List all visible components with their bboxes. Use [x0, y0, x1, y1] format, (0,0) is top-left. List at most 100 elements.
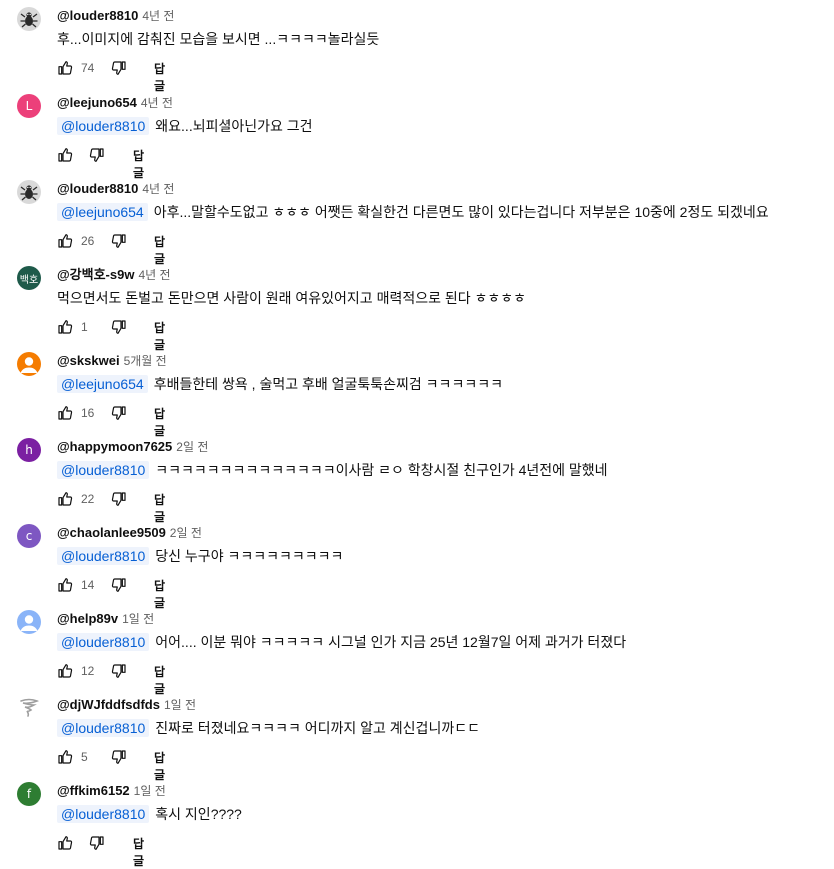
dislike-icon[interactable]: [89, 835, 105, 851]
dislike-icon[interactable]: [111, 60, 127, 76]
like-icon[interactable]: [57, 663, 73, 679]
author-handle[interactable]: @ffkim6152: [57, 783, 130, 798]
comment-body: 진짜로 터졌네요ㅋㅋㅋㅋ 어디까지 알고 계신겁니까ㄷㄷ: [155, 720, 480, 736]
avatar[interactable]: [17, 352, 41, 376]
mention-link[interactable]: @louder8810: [57, 461, 150, 479]
comment-header: @ffkim6152 1일 전: [57, 782, 166, 800]
comment-text: @louder8810 당신 누구야 ㅋㅋㅋㅋㅋㅋㅋㅋㅋ: [57, 546, 343, 566]
avatar-letter: c: [25, 529, 33, 543]
dislike-icon[interactable]: [111, 577, 127, 593]
comment-time[interactable]: 1일 전: [122, 612, 154, 626]
comment-item: L @leejuno654 4년 전 @louder8810 왜요...뇌피셜아닌가요 …: [0, 87, 834, 180]
comment-header: @강백호-s9w 4년 전: [57, 266, 171, 284]
comment-item: @louder8810 4년 전후...이미지에 감춰진 모습을 보시면 ...ㅋ…: [0, 0, 834, 93]
like-count: 26: [81, 234, 95, 248]
mention-link[interactable]: @louder8810: [57, 633, 150, 651]
like-count: 5: [81, 750, 88, 764]
avatar[interactable]: f: [17, 782, 41, 806]
avatar[interactable]: [17, 180, 41, 204]
author-handle[interactable]: @강백호-s9w: [57, 267, 134, 282]
person-icon: [17, 610, 41, 634]
comment-time[interactable]: 4년 전: [142, 9, 174, 23]
comment-body: 후배들한테 쌍욕 , 술먹고 후배 얼굴툭툭손찌검 ㅋㅋㅋㅋㅋㅋ: [153, 376, 503, 392]
dislike-icon[interactable]: [111, 405, 127, 421]
comment-time[interactable]: 5개월 전: [124, 354, 167, 368]
dislike-icon[interactable]: [111, 491, 127, 507]
comment-item: @help89v 1일 전 @louder8810 어어.... 이분 뭐야 ㅋㅋㅋㅋ…: [0, 603, 834, 696]
like-icon[interactable]: [57, 835, 73, 851]
mention-link[interactable]: @louder8810: [57, 805, 150, 823]
comment-time[interactable]: 2일 전: [176, 440, 208, 454]
like-count: 12: [81, 664, 95, 678]
comment-time[interactable]: 4년 전: [138, 268, 170, 282]
like-icon[interactable]: [57, 233, 73, 249]
author-handle[interactable]: @chaolanlee9509: [57, 525, 166, 540]
like-icon[interactable]: [57, 749, 73, 765]
comment-body: 당신 누구야 ㅋㅋㅋㅋㅋㅋㅋㅋㅋ: [155, 548, 344, 564]
avatar-letter: h: [25, 443, 33, 457]
reply-button[interactable]: 답글: [133, 835, 144, 869]
mention-link[interactable]: @leejuno654: [57, 375, 148, 393]
like-count: 1: [81, 320, 88, 334]
author-handle[interactable]: @louder8810: [57, 8, 138, 23]
comment-time[interactable]: 4년 전: [142, 182, 174, 196]
comment-time[interactable]: 1일 전: [134, 784, 166, 798]
like-count: 74: [81, 61, 95, 75]
author-handle[interactable]: @djWJfddfsdfds: [57, 697, 160, 712]
comment-item: @djWJfddfsdfds 1일 전 @louder8810 진짜로 터졌네요ㅋㅋㅋ…: [0, 689, 834, 782]
like-icon[interactable]: [57, 577, 73, 593]
comment-time[interactable]: 2일 전: [170, 526, 202, 540]
avatar[interactable]: 백호: [17, 266, 41, 290]
comment-header: @leejuno654 4년 전: [57, 94, 173, 112]
like-count: 14: [81, 578, 95, 592]
comment-body: 혹시 지인????: [155, 806, 242, 822]
dislike-icon[interactable]: [111, 663, 127, 679]
dislike-icon[interactable]: [111, 749, 127, 765]
avatar[interactable]: c: [17, 524, 41, 548]
like-icon[interactable]: [57, 405, 73, 421]
dislike-icon[interactable]: [111, 319, 127, 335]
comment-header: @help89v 1일 전: [57, 610, 154, 628]
avatar[interactable]: [17, 610, 41, 634]
author-handle[interactable]: @happymoon7625: [57, 439, 172, 454]
mention-link[interactable]: @louder8810: [57, 547, 150, 565]
comment-header: @happymoon7625 2일 전: [57, 438, 208, 456]
dislike-icon[interactable]: [111, 233, 127, 249]
comment-item: @skskwei 5개월 전 @leejuno654 후배들한테 쌍욕 , 술먹고 후…: [0, 345, 834, 438]
avatar[interactable]: [17, 696, 41, 720]
avatar[interactable]: [17, 7, 41, 31]
comment-text: @louder8810 혹시 지인????: [57, 804, 242, 824]
comment-body: 먹으면서도 돈벌고 돈만으면 사람이 원래 여유있어지고 매력적으로 된다 ㅎㅎ…: [57, 290, 527, 306]
author-handle[interactable]: @skskwei: [57, 353, 120, 368]
comment-item: @louder8810 4년 전 @leejuno654 아후...말할수도없고 ㅎㅎ…: [0, 173, 834, 266]
avatar-letter: f: [26, 787, 32, 801]
mention-link[interactable]: @louder8810: [57, 719, 150, 737]
avatar[interactable]: L: [17, 94, 41, 118]
author-handle[interactable]: @help89v: [57, 611, 118, 626]
bug-image-icon: [17, 180, 41, 204]
mention-link[interactable]: @leejuno654: [57, 203, 148, 221]
comment-header: @louder8810 4년 전: [57, 7, 174, 25]
comment-time[interactable]: 1일 전: [164, 698, 196, 712]
like-icon[interactable]: [57, 319, 73, 335]
comment-text: @louder8810 진짜로 터졌네요ㅋㅋㅋㅋ 어디까지 알고 계신겁니까ㄷㄷ: [57, 718, 480, 738]
comment-header: @skskwei 5개월 전: [57, 352, 167, 370]
comment-header: @louder8810 4년 전: [57, 180, 174, 198]
comment-text: @louder8810 어어.... 이분 뭐야 ㅋㅋㅋㅋㅋ 시그널 인가 지금 …: [57, 632, 626, 652]
comment-time[interactable]: 4년 전: [141, 96, 173, 110]
author-handle[interactable]: @leejuno654: [57, 95, 137, 110]
avatar[interactable]: h: [17, 438, 41, 462]
avatar-letter: L: [25, 99, 33, 113]
avatar-letter: 백호: [19, 274, 39, 286]
comment-item: c @chaolanlee9509 2일 전 @louder8810 당신 누구야 ㅋㅋ…: [0, 517, 834, 610]
comment-item: f @ffkim6152 1일 전 @louder8810 혹시 지인???? 답글: [0, 775, 834, 868]
comment-text: 후...이미지에 감춰진 모습을 보시면 ...ㅋㅋㅋㅋ놀라실듯: [57, 29, 379, 49]
like-count: 22: [81, 492, 95, 506]
dislike-icon[interactable]: [89, 147, 105, 163]
like-icon[interactable]: [57, 147, 73, 163]
like-icon[interactable]: [57, 60, 73, 76]
mention-link[interactable]: @louder8810: [57, 117, 150, 135]
person-icon: [17, 352, 41, 376]
author-handle[interactable]: @louder8810: [57, 181, 138, 196]
like-icon[interactable]: [57, 491, 73, 507]
